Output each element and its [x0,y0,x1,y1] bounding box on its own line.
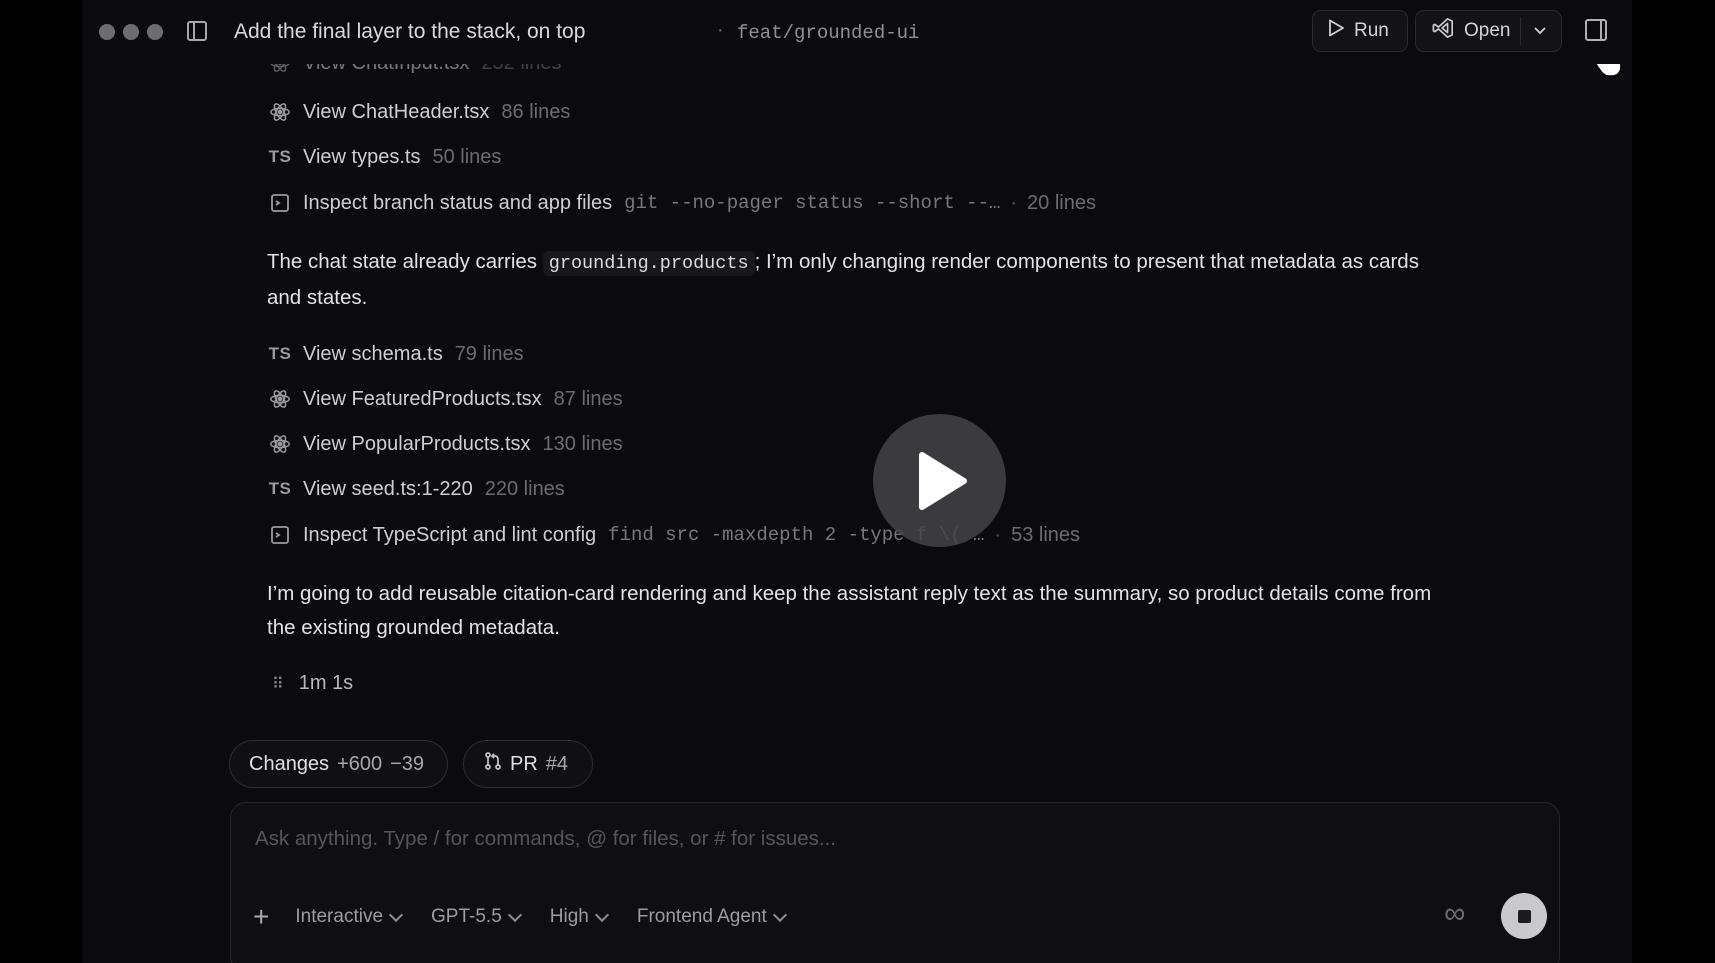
pull-request-icon [484,751,502,777]
changes-chip[interactable]: Changes +600 −39 [229,740,448,788]
close-window-icon[interactable] [99,24,115,40]
elapsed-timer: ⠿ 1m 1s [272,672,353,695]
pull-request-chip[interactable]: PR #4 [463,740,593,788]
conversation-panel: View ChatInput.tsx 232 lines View ChatHe… [82,0,1632,963]
vscode-icon [1432,17,1454,45]
tool-row-schema[interactable]: TS View schema.ts 79 lines [267,341,524,367]
tool-label: Inspect branch status and app files [303,191,613,214]
pr-label: PR [510,752,538,775]
tool-meta: 50 lines [432,145,502,168]
toggle-right-panel-icon[interactable] [1585,19,1607,41]
composer-toolbar: + Interactive GPT-5.5 High Frontend Agen… [253,903,815,931]
chevron-down-icon [507,907,522,922]
tool-label: View PopularProducts.tsx [303,432,531,455]
changes-label: Changes [249,752,330,775]
message-composer[interactable]: Ask anything. Type / for commands, @ for… [230,802,1560,963]
branch-name: feat/grounded-ui [737,22,920,44]
effort-value: High [549,906,589,927]
elapsed-time: 1m 1s [298,672,354,694]
tool-command: git --no-pager status --short --… [624,192,1001,214]
agent-dropdown[interactable]: Frontend Agent [636,906,787,928]
tool-label: View ChatHeader.tsx [303,100,490,123]
model-dropdown[interactable]: GPT-5.5 [431,906,522,928]
terminal-icon [267,193,293,213]
tool-label: Inspect TypeScript and lint config [303,523,597,546]
react-icon [267,433,293,455]
window-title: Add the final layer to the stack, on top [234,20,586,43]
tool-label: View FeaturedProducts.tsx [303,387,542,410]
video-play-button[interactable] [873,414,1006,547]
tool-meta: 53 lines [1011,523,1081,546]
tool-row-seed[interactable]: TS View seed.ts:1-220 220 lines [267,476,565,502]
separator-dot: · [994,523,1002,546]
terminal-icon [267,525,293,545]
title-separator: · [717,19,724,41]
agent-value: Frontend Agent [636,906,767,927]
play-icon [918,451,967,510]
open-in-editor-button[interactable]: Open [1415,10,1562,52]
tool-meta: 87 lines [553,387,623,410]
zoom-window-icon[interactable] [147,24,163,40]
infinity-icon[interactable]: ∞ [1444,897,1465,931]
mode-value: Interactive [295,906,384,927]
tool-meta: 220 lines [484,477,565,500]
separator-dot: · [1010,191,1018,214]
stop-button[interactable] [1501,893,1547,939]
effort-dropdown[interactable]: High [549,906,609,928]
chevron-down-icon [772,907,787,922]
app-window: View ChatInput.tsx 232 lines View ChatHe… [82,0,1632,963]
play-icon [1327,18,1345,44]
lines-removed: −39 [390,752,425,775]
inline-code: grounding.products [542,251,755,276]
pr-number: #4 [545,752,569,775]
tool-meta: 20 lines [1027,191,1096,214]
stop-icon [1517,909,1531,923]
tool-row-popular[interactable]: View PopularProducts.tsx 130 lines [267,431,623,457]
tool-meta: 130 lines [542,432,623,455]
assistant-message-2: I’m going to add reusable citation-card … [267,582,1432,639]
tool-row-featured[interactable]: View FeaturedProducts.tsx 87 lines [267,386,623,412]
message-text: The chat state already carries [267,250,543,273]
tool-label: View types.ts [303,145,421,168]
model-value: GPT-5.5 [431,906,502,927]
tool-meta: 86 lines [501,100,571,123]
window-controls [99,24,163,40]
tool-label: View schema.ts [303,342,443,365]
title-bar: Add the final layer to the stack, on top… [82,0,1632,64]
chevron-down-icon[interactable] [1532,22,1548,44]
open-label: Open [1464,20,1511,41]
composer-input[interactable]: Ask anything. Type / for commands, @ for… [255,827,836,851]
tool-row-chatheader[interactable]: View ChatHeader.tsx 86 lines [267,99,570,125]
ts-icon: TS [268,344,292,363]
react-icon [267,388,293,410]
run-label: Run [1354,20,1389,41]
tool-row-inspect-branch[interactable]: Inspect branch status and app files git … [267,190,1096,216]
add-attachment-icon[interactable]: + [253,903,269,931]
mode-dropdown[interactable]: Interactive [295,906,404,928]
button-divider [1520,17,1521,45]
tool-meta: 79 lines [454,342,524,365]
drag-handle-icon: ⠿ [272,675,284,693]
chevron-down-icon [388,907,404,922]
tool-row-types[interactable]: TS View types.ts 50 lines [267,144,502,170]
chevron-down-icon [594,907,609,922]
ts-icon: TS [268,147,292,166]
react-icon [267,101,293,123]
tool-label: View seed.ts:1-220 [303,477,473,500]
sidebar-toggle-icon[interactable] [187,21,207,41]
ts-icon: TS [268,479,292,498]
run-button[interactable]: Run [1312,10,1408,52]
assistant-message-1: The chat state already carries grounding… [267,245,1447,315]
minimize-window-icon[interactable] [123,24,139,40]
lines-added: +600 [337,752,383,775]
